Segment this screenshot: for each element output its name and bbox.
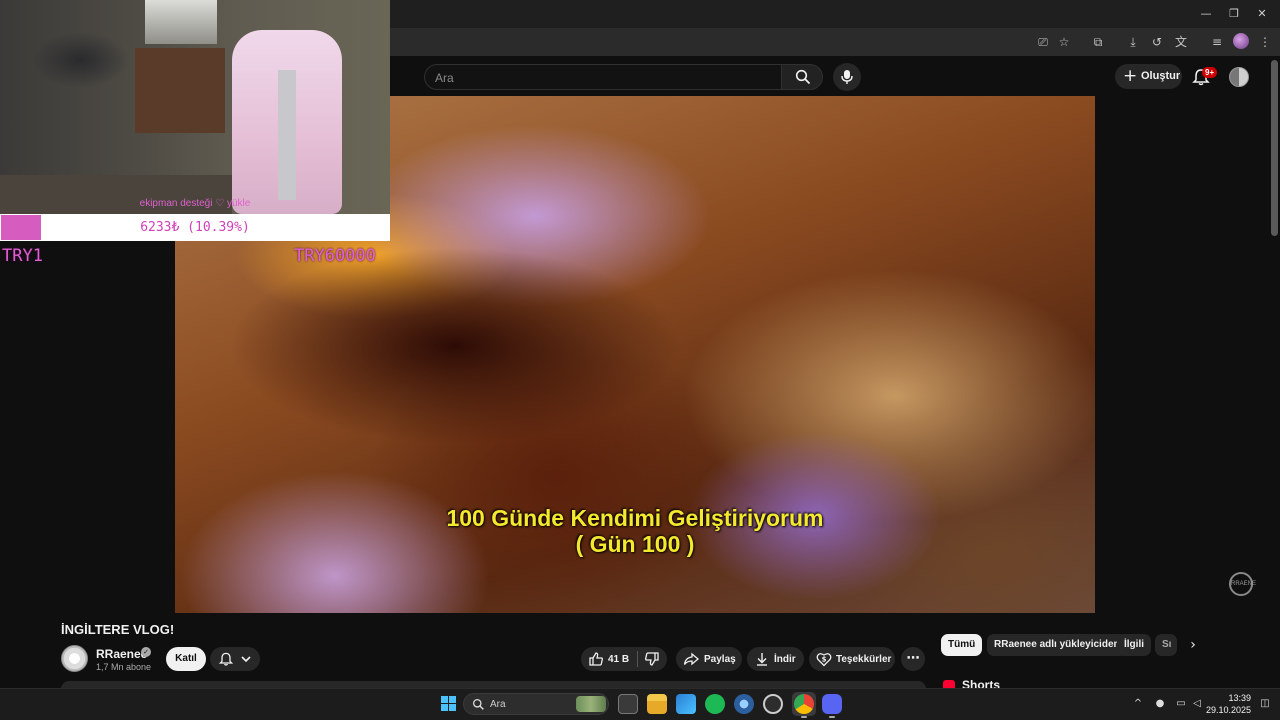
chevron-right-icon[interactable]: › [1184,636,1202,654]
extensions-icon[interactable]: ⧉ [1089,33,1107,51]
like-button[interactable]: 41 B [581,647,637,671]
taskbar-clock-date[interactable]: 29.10.2025 [1203,705,1251,715]
chip-all[interactable]: Tümü [941,634,983,656]
subscription-bell-button[interactable] [210,647,260,671]
facecam-chair-stripe [278,70,296,200]
download-button[interactable]: İndir [747,647,804,671]
windows-taskbar [0,688,1280,720]
bell-icon [218,652,234,666]
like-count: 41 B [608,654,630,665]
search-icon [795,69,811,85]
thanks-heart-dollar-icon: $ [816,653,832,667]
tray-microphone-icon[interactable]: ● [1153,697,1167,711]
network-icon[interactable]: ▭ [1174,697,1188,711]
chip-from-uploader[interactable]: RRaenee adlı yükleyiciden [987,634,1127,656]
taskbar-search-placeholder: Ara [490,699,506,710]
app-icon-blue[interactable] [734,694,754,714]
spotify-icon[interactable] [705,694,725,714]
chrome-running-indicator [801,716,807,718]
chip-partial[interactable]: Sı [1155,634,1177,656]
dislike-button[interactable] [639,647,667,671]
file-explorer-icon[interactable] [647,694,667,714]
donation-goal-title: ekipman desteği ♡ yükle [139,198,251,209]
microsoft-store-icon[interactable] [676,694,696,714]
download-arrow-icon [757,653,767,666]
share-label: Paylaş [704,654,736,665]
like-dislike-group: 41 B [581,647,667,671]
notification-badge: 9+ [1202,67,1218,78]
search-button[interactable] [781,64,823,90]
voice-search-button[interactable] [833,63,861,91]
create-button[interactable]: + Oluştur [1115,64,1182,89]
create-label: Oluştur [1141,70,1181,82]
reading-list-icon[interactable]: ≡ [1208,33,1226,51]
donation-goal-max: TRY60000 [294,246,376,266]
browser-profile-avatar[interactable] [1233,33,1249,49]
notification-center-icon[interactable]: ◫ [1258,697,1272,711]
video-caption-line1: 100 Günde Kendimi Geliştiriyorum [446,505,824,531]
download-label: İndir [774,654,796,665]
thanks-label: Teşekkürler [836,654,892,665]
subscriber-count: 1,7 Mn abone [96,662,152,672]
thumbs-down-icon [645,652,659,666]
volume-icon[interactable]: ◁ [1190,697,1204,711]
account-avatar[interactable] [1229,67,1249,87]
steam-icon[interactable] [763,694,783,714]
facecam-shelf [135,48,225,133]
plus-icon: + [1123,66,1138,86]
verified-badge-icon: ✓ [141,647,151,657]
donation-goal-bar: 6233₺ (10.39%) [0,214,390,241]
search-input[interactable]: Ara [424,64,782,90]
facecam-mirror [145,0,217,44]
like-dislike-separator [637,651,638,667]
windows-start-icon[interactable] [441,696,457,712]
channel-watermark[interactable]: RRAENE [1229,572,1256,596]
more-actions-button[interactable]: ⋯ [901,647,925,671]
taskbar-clock-time[interactable]: 13:39 [1213,693,1251,703]
task-view-icon[interactable] [618,694,638,714]
history-icon[interactable]: ↺ [1148,33,1166,51]
discord-running-indicator [829,716,835,718]
channel-name[interactable]: RRaenee [96,647,147,661]
chip-related[interactable]: İlgili [1117,634,1151,656]
thanks-button[interactable]: $ Teşekkürler [809,647,895,671]
bookmark-star-icon[interactable]: ☆ [1055,33,1073,51]
translate-icon[interactable]: 文 [1172,33,1190,51]
tray-expand-icon[interactable]: ^ [1131,697,1145,711]
video-caption: 100 Günde Kendimi Geliştiriyorum ( Gün 1… [175,505,1095,557]
share-button[interactable]: Paylaş [676,647,742,671]
close-icon[interactable]: ✕ [1254,6,1270,22]
donation-goal-min: TRY1 [2,246,43,266]
join-button[interactable]: Katıl [166,647,206,671]
browser-menu-icon[interactable]: ⋮ [1256,33,1274,51]
search-placeholder: Ara [435,71,454,85]
share-arrow-icon [683,652,699,666]
discord-icon[interactable] [822,694,842,714]
restore-icon[interactable]: ❐ [1226,6,1242,22]
cast-icon[interactable]: ⎚ [1034,33,1052,51]
video-title: İNGİLTERE VLOG! [61,622,175,637]
taskbar-search-icon [472,698,484,710]
channel-avatar[interactable] [61,645,88,672]
search-highlight-image [576,696,606,712]
facecam-overlay [0,0,390,214]
download-icon[interactable]: ⤓ [1124,33,1142,51]
video-caption-line2: ( Gün 100 ) [575,531,695,557]
chrome-icon[interactable] [794,694,814,714]
svg-text:$: $ [822,656,827,664]
minimize-icon[interactable]: — [1198,6,1214,22]
thumbs-up-icon [589,652,603,666]
microphone-icon [841,70,853,84]
donation-goal-progress: 6233₺ (10.39%) [140,220,250,235]
screen: — ❐ ✕ ⎚ ☆ ⧉ ⤓ ↺ 文 ≡ ⋮ Ara + Oluştur 9+ 1… [0,0,1280,720]
page-scrollbar[interactable] [1271,60,1278,236]
taskbar-search-input[interactable]: Ara [463,693,609,715]
chevron-down-icon [241,656,251,663]
